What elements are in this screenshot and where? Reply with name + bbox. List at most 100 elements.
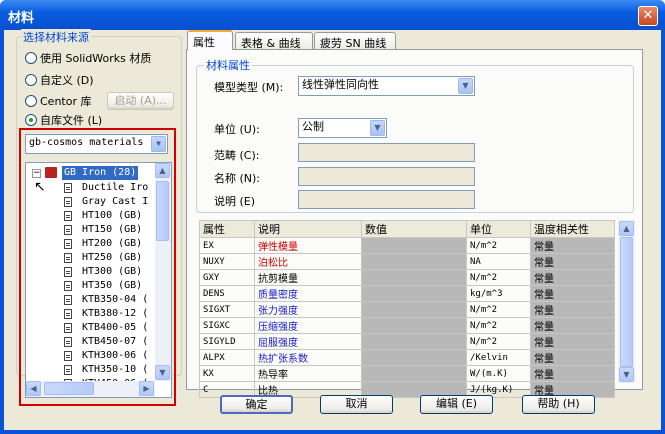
unit-value: 公制 (302, 120, 324, 133)
grid-cell-value[interactable] (361, 333, 467, 350)
table-row[interactable]: DENS 质量密度 kg/m^3 常量 (199, 285, 615, 302)
grid-header-row: 属性 说明 数值 单位 温度相关性 (199, 220, 615, 238)
grid-cell-prop: SIGYLD (199, 333, 255, 350)
grid-cell-prop: DENS (199, 285, 255, 302)
grid-cell-temp: 常量 (530, 301, 615, 318)
ok-button[interactable]: 确定 (220, 395, 293, 414)
grid-cell-prop: EX (199, 237, 255, 254)
property-grid[interactable]: 属性 说明 数值 单位 温度相关性 EX 弹性模量 N/m^2 常量 NUXY 泊松比 NA… (199, 220, 615, 398)
grid-cell-temp: 常量 (530, 253, 615, 270)
description-label: 说明 (E) (214, 195, 256, 208)
description-field[interactable] (298, 190, 475, 209)
table-row[interactable]: GXY 抗剪模量 N/m^2 常量 (199, 269, 615, 286)
radio-library-label[interactable]: 自库文件 (L) (40, 112, 102, 128)
tab-fatigue-sn[interactable]: 疲劳 SN 曲线 (314, 32, 396, 50)
model-type-combo[interactable]: 线性弹性同向性 ▼ (298, 76, 475, 96)
grid-cell-desc: 热导率 (254, 365, 362, 382)
radio-solidworks[interactable] (25, 52, 37, 64)
unit-combo[interactable]: 公制 ▼ (298, 118, 387, 138)
name-field[interactable] (298, 167, 475, 186)
grid-cell-unit: /Kelvin (466, 349, 531, 366)
grid-cell-desc: 泊松比 (254, 253, 362, 270)
radio-centor-label[interactable]: Centor 库 (40, 93, 91, 109)
category-label: 范畴 (C): (214, 149, 260, 162)
grid-cell-unit: NA (466, 253, 531, 270)
model-type-value: 线性弹性同向性 (302, 78, 379, 91)
grid-cell-value[interactable] (361, 301, 467, 318)
grid-cell-unit: kg/m^3 (466, 285, 531, 302)
grid-cell-value[interactable] (361, 365, 467, 382)
grid-cell-temp: 常量 (530, 349, 615, 366)
chevron-down-icon[interactable]: ▼ (458, 78, 473, 94)
grid-header-desc[interactable]: 说明 (254, 220, 362, 238)
radio-solidworks-label[interactable]: 使用 SolidWorks 材质 (40, 50, 151, 66)
source-group-label: 选择材料来源 (21, 29, 91, 45)
category-field[interactable] (298, 143, 475, 162)
grid-cell-prop: SIGXT (199, 301, 255, 318)
title-bar[interactable]: 材料 ✕ (0, 0, 665, 30)
tab-table-curves[interactable]: 表格 & 曲线 (235, 32, 313, 50)
grid-cell-temp: 常量 (530, 317, 615, 334)
grid-cell-prop: GXY (199, 269, 255, 286)
close-button[interactable]: ✕ (638, 6, 658, 26)
table-row[interactable]: SIGXC 压缩强度 N/m^2 常量 (199, 317, 615, 334)
model-type-label: 模型类型 (M): (214, 81, 284, 94)
grid-cell-value[interactable] (361, 237, 467, 254)
grid-cell-unit: N/m^2 (466, 237, 531, 254)
table-row[interactable]: SIGXT 张力强度 N/m^2 常量 (199, 301, 615, 318)
table-row[interactable]: SIGYLD 屈服强度 N/m^2 常量 (199, 333, 615, 350)
grid-cell-desc: 质量密度 (254, 285, 362, 302)
grid-cell-unit: N/m^2 (466, 269, 531, 286)
help-button[interactable]: 帮助 (H) (522, 395, 595, 414)
grid-cell-desc: 屈服强度 (254, 333, 362, 350)
tab-properties[interactable]: 属性 (187, 30, 233, 50)
grid-cell-temp: 常量 (530, 285, 615, 302)
edit-button[interactable]: 编辑 (E) (420, 395, 493, 414)
scroll-down-icon[interactable]: ▼ (619, 367, 634, 382)
highlight-frame (19, 128, 176, 406)
radio-centor[interactable] (25, 95, 37, 107)
grid-cell-temp: 常量 (530, 269, 615, 286)
grid-cell-prop: SIGXC (199, 317, 255, 334)
grid-cell-prop: KX (199, 365, 255, 382)
radio-library[interactable] (25, 114, 37, 126)
radio-custom[interactable] (25, 74, 37, 86)
grid-cell-value[interactable] (361, 253, 467, 270)
grid-cell-prop: NUXY (199, 253, 255, 270)
unit-label: 单位 (U): (214, 123, 260, 136)
chevron-down-icon[interactable]: ▼ (370, 120, 385, 136)
grid-vscrollbar[interactable]: ▲ ▼ (618, 220, 635, 383)
cancel-button[interactable]: 取消 (320, 395, 393, 414)
grid-cell-desc: 弹性模量 (254, 237, 362, 254)
grid-cell-value[interactable] (361, 317, 467, 334)
grid-cell-desc: 抗剪模量 (254, 269, 362, 286)
window-title: 材料 (8, 11, 35, 26)
grid-header-prop[interactable]: 属性 (199, 220, 255, 238)
table-row[interactable]: ALPX 热扩张系数/Kelvin 常量 (199, 349, 615, 366)
grid-cell-temp: 常量 (530, 237, 615, 254)
centor-launch-button[interactable]: 启动 (A)... (107, 92, 174, 110)
grid-cell-value[interactable] (361, 285, 467, 302)
grid-cell-unit: N/m^2 (466, 317, 531, 334)
grid-cell-desc: 张力强度 (254, 301, 362, 318)
grid-cell-unit: N/m^2 (466, 333, 531, 350)
grid-cell-value[interactable] (361, 349, 467, 366)
grid-header-temp[interactable]: 温度相关性 (530, 220, 615, 238)
grid-cell-temp: 常量 (530, 365, 615, 382)
grid-cell-value[interactable] (361, 269, 467, 286)
grid-cell-prop: ALPX (199, 349, 255, 366)
grid-cell-unit: N/m^2 (466, 301, 531, 318)
grid-body: EX 弹性模量 N/m^2 常量 NUXY 泊松比 NA 常量 GXY 抗剪模量 N/m^2 常量 DE… (199, 237, 615, 398)
scroll-up-icon[interactable]: ▲ (619, 221, 634, 236)
table-row[interactable]: KX 热导率 W/(m.K) 常量 (199, 365, 615, 382)
radio-custom-label[interactable]: 自定义 (D) (40, 72, 94, 88)
table-row[interactable]: EX 弹性模量 N/m^2 常量 (199, 237, 615, 254)
grid-header-unit[interactable]: 单位 (466, 220, 531, 238)
grid-vscroll-thumb[interactable] (620, 237, 633, 367)
grid-cell-unit: W/(m.K) (466, 365, 531, 382)
material-props-label: 材料属性 (204, 57, 252, 73)
grid-cell-temp: 常量 (530, 333, 615, 350)
grid-cell-desc: 热扩张系数 (254, 349, 362, 366)
table-row[interactable]: NUXY 泊松比 NA 常量 (199, 253, 615, 270)
grid-header-value[interactable]: 数值 (361, 220, 467, 238)
